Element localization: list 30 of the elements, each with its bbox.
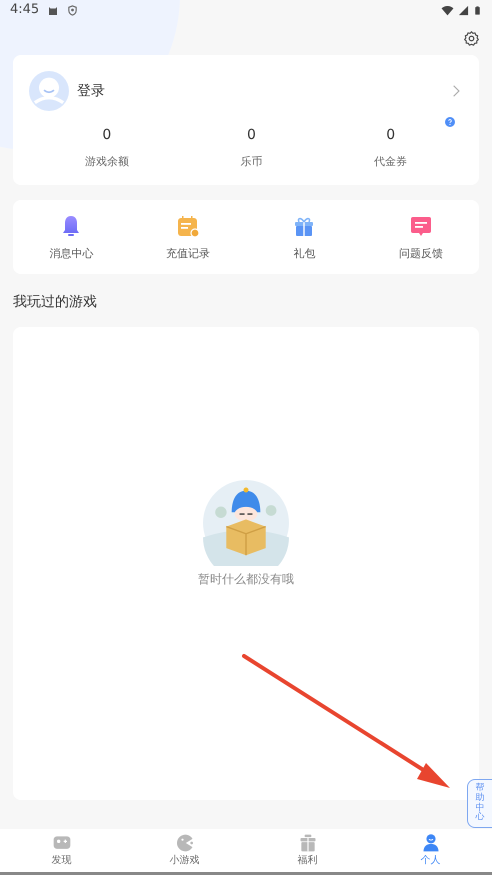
signal-icon xyxy=(458,4,469,16)
avatar-icon xyxy=(29,71,69,111)
login-link[interactable]: 登录 xyxy=(77,80,449,102)
empty-message: 暂时什么都没有哦 xyxy=(198,570,294,588)
nav-tab[interactable]: 福利 xyxy=(246,829,369,872)
stat-value: 0 xyxy=(247,126,256,145)
cat-icon xyxy=(47,4,60,16)
wifi-icon xyxy=(441,4,454,16)
stat-value: 0 xyxy=(386,126,396,145)
gift-icon xyxy=(298,833,318,853)
stat-value: 0 xyxy=(102,126,112,145)
nav-tab[interactable]: 个人 xyxy=(369,829,492,872)
stat-label: 乐币 xyxy=(240,154,262,170)
calendar-icon xyxy=(176,214,200,238)
nav-tab[interactable]: 小游戏 xyxy=(123,829,246,872)
shortcut-label[interactable]: 充值记录 xyxy=(166,246,210,262)
stat-label: 代金券 xyxy=(374,154,408,170)
pacman-icon xyxy=(174,833,194,853)
battery-icon xyxy=(473,4,482,16)
shield-icon xyxy=(67,4,78,16)
shortcut-label[interactable]: 消息中心 xyxy=(49,246,94,262)
shortcut-label[interactable]: 礼包 xyxy=(293,246,316,262)
settings-icon[interactable] xyxy=(463,30,480,47)
nav-tab[interactable]: 发现 xyxy=(0,829,123,872)
person-icon xyxy=(420,833,440,853)
section-title: 我玩过的游戏 xyxy=(13,293,98,312)
help-icon[interactable] xyxy=(445,117,455,127)
status-time: 4:45 xyxy=(10,1,40,20)
stat-label: 游戏余额 xyxy=(84,154,129,170)
shortcut-label[interactable]: 问题反馈 xyxy=(398,246,443,262)
